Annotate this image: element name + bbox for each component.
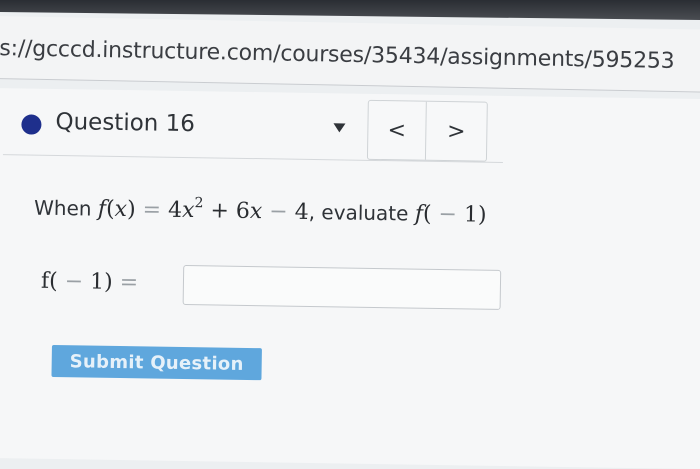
answer-label-prefix: f(: [40, 268, 58, 294]
answer-label: f( − 1) =: [41, 269, 139, 296]
monitor-frame: [0, 0, 700, 20]
question-status-dot-icon: [21, 114, 42, 135]
next-question-button[interactable]: >: [427, 102, 486, 161]
answer-label-equals: =: [119, 269, 139, 296]
question-navigation: < >: [366, 99, 488, 162]
browser-address-bar[interactable]: s://gcccd.instructure.com/courses/35434/…: [0, 16, 700, 93]
answer-label-minus: −: [64, 269, 84, 295]
submit-question-button[interactable]: Submit Question: [51, 344, 262, 381]
function-definition: f(x) = 4x2 + 6x − 4: [97, 195, 309, 225]
prompt-evaluate: , evaluate: [308, 199, 409, 226]
previous-question-button[interactable]: <: [367, 100, 427, 160]
evaluate-expression: f( − 1): [414, 201, 487, 228]
quiz-content: Question 16 < > When f(x) = 4x2 + 6x − 4…: [0, 88, 700, 469]
url-text[interactable]: s://gcccd.instructure.com/courses/35434/…: [0, 36, 675, 74]
caret-down-icon[interactable]: [333, 123, 346, 133]
question-prompt: When f(x) = 4x2 + 6x − 4, evaluate f( − …: [34, 193, 487, 228]
answer-input[interactable]: [182, 264, 502, 310]
question-title: Question 16: [55, 108, 196, 138]
prompt-when: When: [33, 195, 92, 221]
answer-label-arg: 1): [89, 269, 113, 295]
